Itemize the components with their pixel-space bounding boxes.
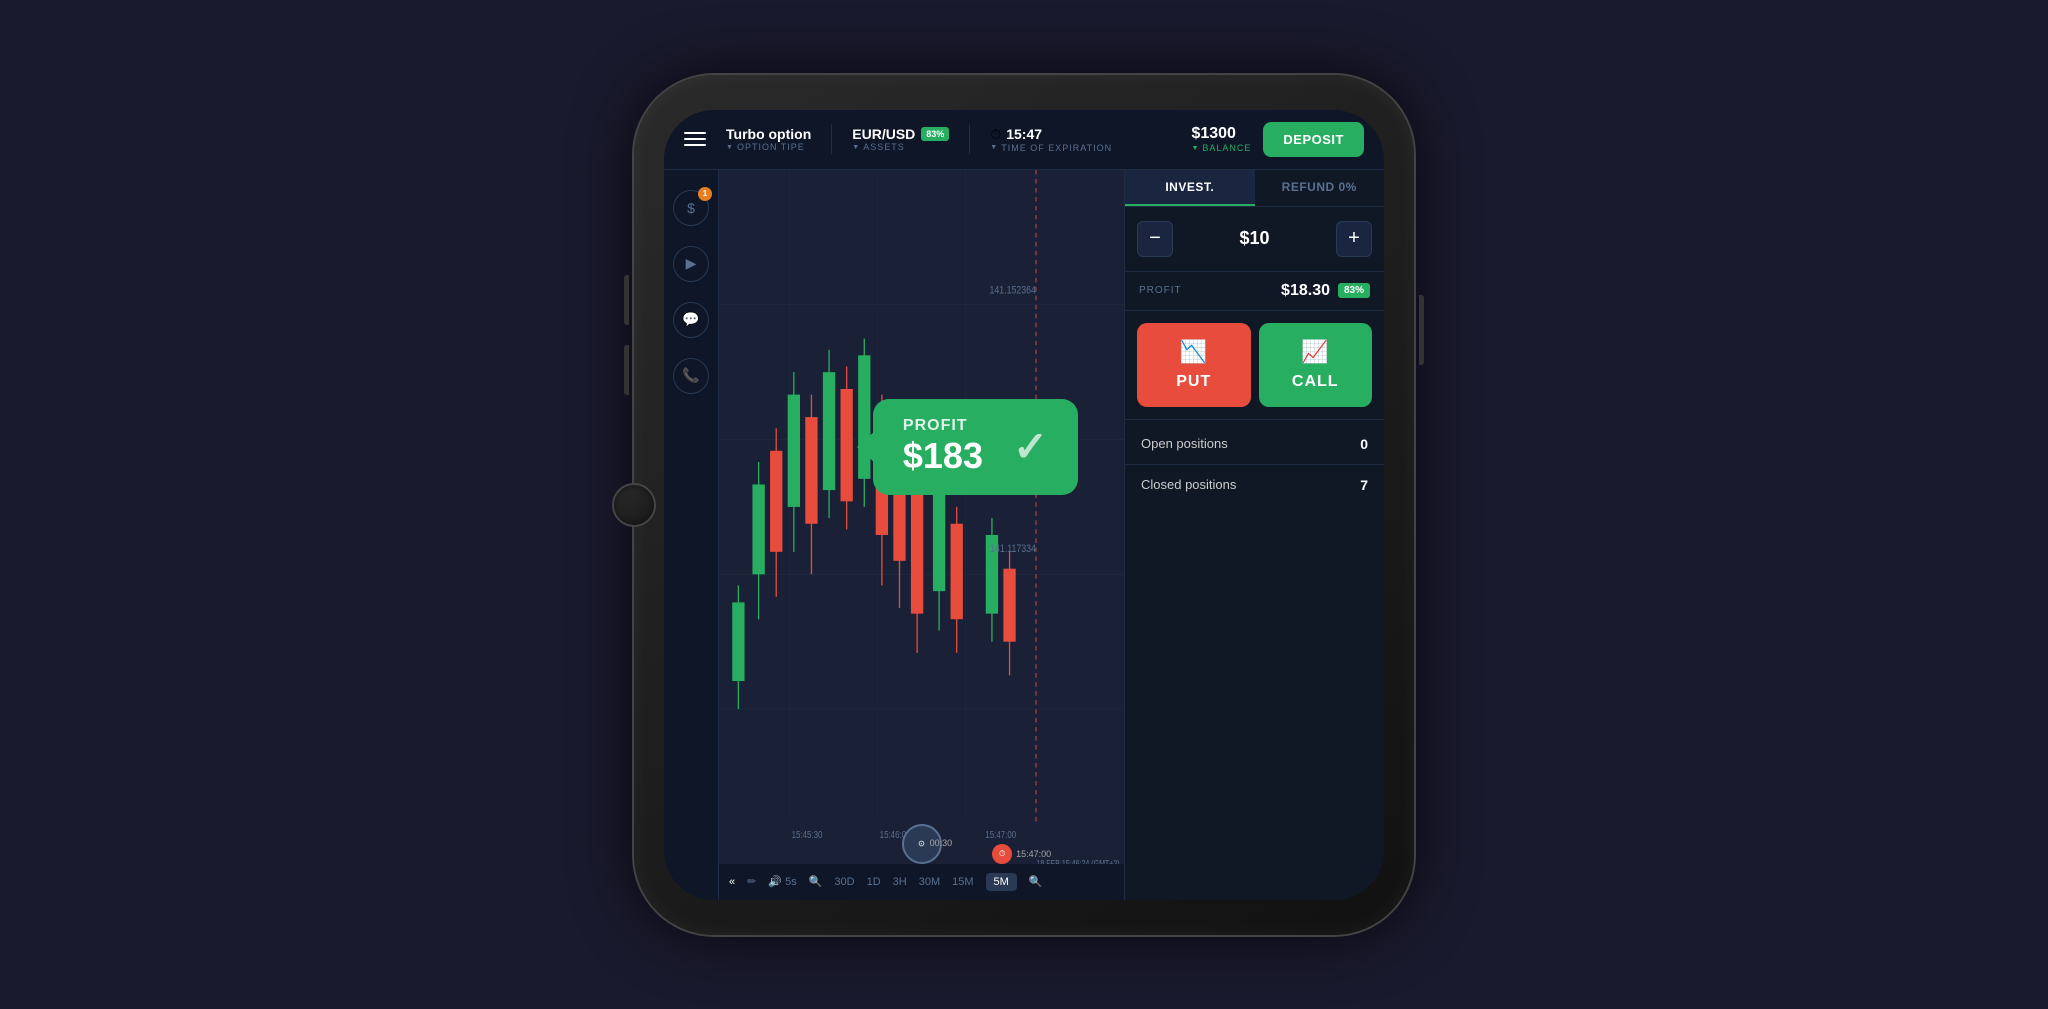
30m-toolbar-item[interactable]: 30M bbox=[919, 876, 940, 888]
candlestick-chart: 141.152364 141.117334 15:45:30 15:46:00 … bbox=[719, 170, 1124, 900]
asset-label: EUR/USD bbox=[852, 126, 915, 142]
3h-toolbar-item[interactable]: 3H bbox=[893, 876, 907, 888]
home-button[interactable] bbox=[612, 483, 656, 527]
increase-amount-button[interactable]: + bbox=[1336, 221, 1372, 257]
balance-display[interactable]: $1300 BALANCE bbox=[1191, 125, 1251, 153]
open-positions-count: 0 bbox=[1360, 436, 1368, 452]
svg-text:141.117334: 141.117334 bbox=[990, 542, 1036, 554]
app-header: Turbo option OPTION TIPE EUR/USD 83% ASS… bbox=[664, 110, 1384, 170]
profit-popup: PROFIT $183 ✓ bbox=[873, 399, 1078, 495]
5m-toolbar-item[interactable]: 5M bbox=[986, 873, 1017, 891]
amount-value-display: $10 bbox=[1181, 228, 1328, 249]
profit-check-icon: ✓ bbox=[1013, 422, 1048, 471]
positions-section: Open positions 0 Closed positions 7 bbox=[1125, 419, 1384, 509]
timer-icon: ⏱ bbox=[990, 126, 1001, 143]
put-icon: 📉 bbox=[1180, 339, 1208, 365]
main-content: $ ▶ 💬 📞 bbox=[664, 170, 1384, 900]
call-button[interactable]: 📈 CALL bbox=[1259, 323, 1373, 407]
play-sidebar-icon[interactable]: ▶ bbox=[673, 246, 709, 282]
asset-selector[interactable]: EUR/USD 83% ASSETS bbox=[852, 126, 949, 152]
expiry-label: 15:47 bbox=[1006, 126, 1042, 142]
power-button[interactable] bbox=[1419, 295, 1424, 365]
chart-area[interactable]: 141.152364 141.117334 15:45:30 15:46:00 … bbox=[719, 170, 1124, 900]
asset-badge: 83% bbox=[921, 127, 949, 141]
back-toolbar-item[interactable]: « bbox=[729, 876, 735, 888]
decrease-amount-button[interactable]: − bbox=[1137, 221, 1173, 257]
closed-positions-row[interactable]: Closed positions 7 bbox=[1125, 465, 1384, 505]
chart-toolbar: « ✏ 🔊 5s 🔍 30D 1D 3H 30M 15M 5M 🔍 bbox=[719, 864, 1124, 900]
phone-screen: Turbo option OPTION TIPE EUR/USD 83% ASS… bbox=[664, 110, 1384, 900]
left-sidebar: $ ▶ 💬 📞 bbox=[664, 170, 719, 900]
profit-popup-label: PROFIT bbox=[903, 417, 983, 435]
volume-down-button[interactable] bbox=[624, 345, 629, 395]
option-type-selector[interactable]: Turbo option OPTION TIPE bbox=[726, 126, 811, 152]
30d-toolbar-item[interactable]: 30D bbox=[834, 876, 854, 888]
timer-label: 00:30 bbox=[930, 838, 953, 848]
divider-1 bbox=[831, 124, 832, 154]
open-positions-label: Open positions bbox=[1141, 436, 1228, 451]
closed-positions-label: Closed positions bbox=[1141, 477, 1236, 492]
profit-value-container: $18.30 83% bbox=[1281, 282, 1370, 300]
refund-tab[interactable]: REFUND 0% bbox=[1255, 170, 1385, 206]
profit-popup-amount: $183 bbox=[903, 435, 983, 477]
option-type-sublabel: OPTION TIPE bbox=[726, 142, 811, 152]
option-type-label: Turbo option bbox=[726, 126, 811, 142]
expiry-sublabel: TIME OF EXPIRATION bbox=[990, 143, 1112, 153]
balance-label: BALANCE bbox=[1191, 143, 1251, 153]
balance-value: $1300 bbox=[1191, 125, 1251, 143]
balance-section: $1300 BALANCE DEPOSIT bbox=[1191, 122, 1364, 157]
expiry-time-label: 15:47:00 bbox=[1016, 849, 1051, 859]
trade-buttons: 📉 PUT 📈 CALL bbox=[1125, 311, 1384, 419]
right-panel: INVEST. REFUND 0% − $10 + PROFIT $18.30 … bbox=[1124, 170, 1384, 900]
expiry-marker: ⏱ 15:47:00 bbox=[992, 844, 1051, 864]
call-label: CALL bbox=[1292, 373, 1339, 391]
phone-sidebar-icon[interactable]: 📞 bbox=[673, 358, 709, 394]
put-button[interactable]: 📉 PUT bbox=[1137, 323, 1251, 407]
svg-text:15:47:00: 15:47:00 bbox=[985, 829, 1016, 840]
hamburger-menu[interactable] bbox=[684, 132, 706, 146]
svg-text:15:45:30: 15:45:30 bbox=[792, 829, 823, 840]
draw-toolbar-item[interactable]: ✏ bbox=[747, 875, 756, 888]
svg-text:141.152364: 141.152364 bbox=[989, 284, 1036, 296]
asset-sublabel: ASSETS bbox=[852, 142, 949, 152]
chat-sidebar-icon[interactable]: 💬 bbox=[673, 302, 709, 338]
zoom-in-toolbar-item[interactable]: 🔍 bbox=[809, 875, 823, 888]
closed-positions-count: 7 bbox=[1360, 477, 1368, 493]
1d-toolbar-item[interactable]: 1D bbox=[867, 876, 881, 888]
profit-text: PROFIT $183 bbox=[903, 417, 983, 477]
panel-tabs: INVEST. REFUND 0% bbox=[1125, 170, 1384, 207]
invest-tab[interactable]: INVEST. bbox=[1125, 170, 1255, 206]
volume-up-button[interactable] bbox=[624, 275, 629, 325]
profit-display: PROFIT $18.30 83% bbox=[1125, 272, 1384, 311]
deposit-button[interactable]: DEPOSIT bbox=[1263, 122, 1364, 157]
expiry-icon: ⏱ bbox=[992, 844, 1012, 864]
15m-toolbar-item[interactable]: 15M bbox=[952, 876, 973, 888]
phone-frame: Turbo option OPTION TIPE EUR/USD 83% ASS… bbox=[634, 75, 1414, 935]
open-positions-row[interactable]: Open positions 0 bbox=[1125, 424, 1384, 465]
put-label: PUT bbox=[1176, 373, 1211, 391]
profit-display-label: PROFIT bbox=[1139, 285, 1182, 296]
call-icon: 📈 bbox=[1301, 339, 1329, 365]
amount-control: − $10 + bbox=[1125, 207, 1384, 272]
zoom-out-toolbar-item[interactable]: 🔍 bbox=[1029, 875, 1043, 888]
profit-percentage-badge: 83% bbox=[1338, 283, 1370, 298]
divider-2 bbox=[969, 124, 970, 154]
expiry-selector[interactable]: ⏱ 15:47 TIME OF EXPIRATION bbox=[990, 126, 1112, 153]
profit-amount-value: $18.30 bbox=[1281, 282, 1330, 300]
sound-toolbar-item[interactable]: 🔊 5s bbox=[768, 875, 796, 888]
dollar-sidebar-icon[interactable]: $ bbox=[673, 190, 709, 226]
